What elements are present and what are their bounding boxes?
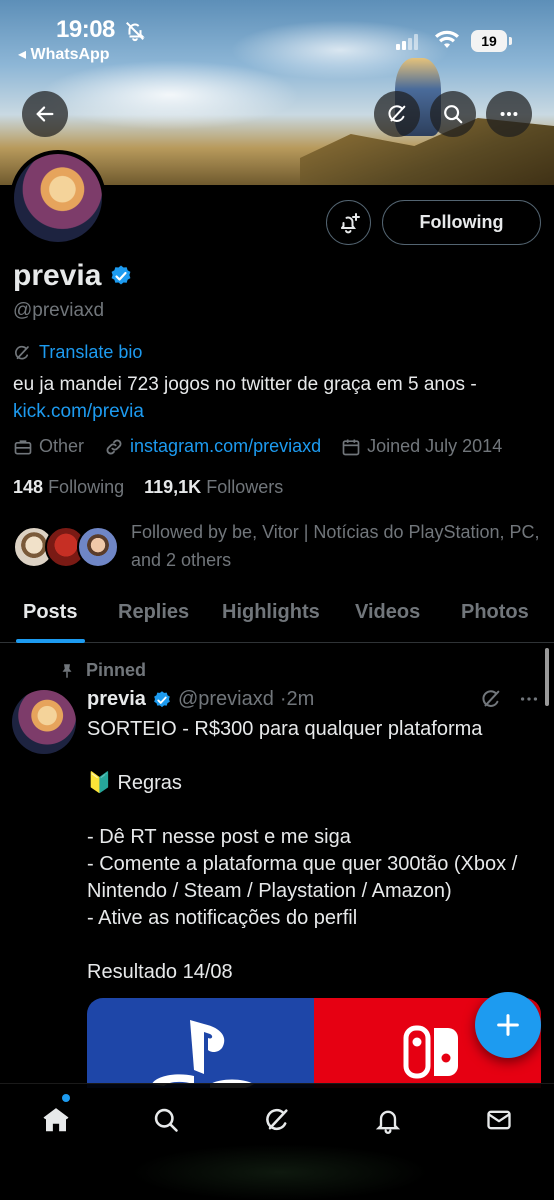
grok-icon[interactable] <box>480 688 502 710</box>
followers-count: 119,1K <box>144 477 202 497</box>
verified-badge-icon <box>154 690 170 707</box>
translate-bio-label: Translate bio <box>39 342 143 362</box>
followed-by-row[interactable]: Followed by be, Vitor | Notícias do Play… <box>13 518 543 574</box>
translate-bio-link[interactable]: Translate bio <box>13 342 142 363</box>
search-icon <box>444 105 463 124</box>
bio-text: eu ja mandei 723 jogos no twitter de gra… <box>13 374 477 395</box>
followers-count-label: Followers <box>206 477 284 497</box>
followed-by-text: Followed by be, Vitor | Notícias do Play… <box>131 522 540 570</box>
battery-tip <box>509 37 512 45</box>
bell-plus-icon <box>340 212 360 233</box>
bio-link[interactable]: kick.com/previa <box>13 401 144 422</box>
nav-backdrop <box>130 1144 430 1200</box>
notify-button[interactable] <box>326 200 371 245</box>
pinned-label-row: Pinned <box>58 660 146 681</box>
calendar-icon <box>342 439 360 455</box>
tab-photos[interactable]: Photos <box>461 601 529 624</box>
grok-icon <box>15 345 29 359</box>
nav-home[interactable] <box>36 1100 76 1140</box>
search-button[interactable] <box>430 91 476 137</box>
notification-dot <box>62 1094 70 1102</box>
post-line-gap <box>87 743 542 770</box>
nav-messages[interactable] <box>479 1100 519 1140</box>
more-button[interactable] <box>486 91 532 137</box>
website-link[interactable]: instagram.com/previaxd <box>130 436 321 457</box>
post-header: previa @previaxd ·2m <box>87 688 314 711</box>
more-horizontal-icon[interactable] <box>518 688 540 710</box>
verified-badge-icon[interactable] <box>109 264 133 288</box>
profile-bio: eu ja mandei 723 jogos no twitter de gra… <box>13 371 543 425</box>
post-line: - Dê RT nesse post e me siga <box>87 826 351 848</box>
post-text: SORTEIO - R$300 para qualquer plataforma… <box>87 716 542 986</box>
compose-button[interactable] <box>475 992 541 1058</box>
pin-icon <box>62 663 72 678</box>
grok-icon <box>388 105 406 122</box>
post-line-gap <box>87 797 542 824</box>
post-author[interactable]: previa <box>87 688 146 711</box>
post-handle[interactable]: @previaxd <box>178 688 274 711</box>
tab-highlights[interactable]: Highlights <box>222 601 320 624</box>
grok-button[interactable] <box>374 91 420 137</box>
scrollbar[interactable] <box>545 648 549 706</box>
post-line: SORTEIO - R$300 para qualquer plataforma <box>87 718 483 740</box>
post-line: 🔰 Regras <box>87 772 182 794</box>
profile-tabs: Posts Replies Highlights Videos Photos <box>0 590 554 643</box>
tab-posts[interactable]: Posts <box>23 601 77 624</box>
pinned-label: Pinned <box>86 660 147 680</box>
category-label: Other <box>39 436 85 456</box>
website-item[interactable]: instagram.com/previaxd <box>104 436 321 457</box>
grok-icon <box>266 1108 288 1131</box>
nav-notifications[interactable] <box>368 1100 408 1140</box>
battery-indicator: 19 <box>471 30 507 52</box>
category-item: Other <box>13 436 84 457</box>
post-avatar[interactable] <box>12 690 76 754</box>
plus-icon <box>497 1014 519 1036</box>
link-icon <box>106 439 122 454</box>
post-line: - Ative as notificações do perfil <box>87 907 358 929</box>
back-button[interactable] <box>22 91 68 137</box>
playstation-logo <box>152 1020 254 1088</box>
home-icon <box>43 1108 69 1132</box>
messages-icon <box>487 1110 511 1130</box>
joined-item: Joined July 2014 <box>341 436 502 457</box>
nav-search[interactable] <box>146 1100 186 1140</box>
profile-name: previa <box>13 259 102 292</box>
status-bar: 19:08 ◂ WhatsApp 19 <box>0 0 554 70</box>
tab-replies[interactable]: Replies <box>118 601 189 624</box>
silent-bell-icon <box>124 20 146 47</box>
bottom-nav <box>0 1083 554 1200</box>
more-horizontal-icon <box>500 111 518 117</box>
arrow-left-icon <box>36 106 54 122</box>
follow-counts: 148 Following 119,1K Followers <box>13 477 283 498</box>
post-line: - Comente a plataforma que quer 300tão (… <box>87 853 518 902</box>
follower-avatar <box>77 526 119 568</box>
back-to-app-link[interactable]: ◂ WhatsApp <box>18 44 110 64</box>
nintendo-switch-logo <box>403 1025 458 1079</box>
following-count: 148 <box>13 477 44 497</box>
joined-label: Joined July 2014 <box>367 436 503 456</box>
post-media[interactable] <box>87 998 541 1088</box>
profile-meta: Other instagram.com/previaxd Joined July… <box>13 436 522 457</box>
following-button[interactable]: Following <box>382 200 541 245</box>
nav-grok[interactable] <box>257 1100 297 1140</box>
profile-avatar[interactable] <box>10 150 106 246</box>
tab-videos[interactable]: Videos <box>355 601 420 624</box>
notifications-icon <box>375 1110 401 1134</box>
active-tab-indicator <box>16 639 85 643</box>
post-line: Resultado 14/08 <box>87 961 233 983</box>
post-line-gap <box>87 932 542 959</box>
post-time: ·2m <box>279 688 315 710</box>
playstation-image <box>87 998 314 1088</box>
wifi-icon <box>434 30 460 55</box>
following-count-link[interactable]: 148 Following <box>13 477 124 497</box>
profile-handle: @previaxd <box>13 300 105 321</box>
followers-count-link[interactable]: 119,1K Followers <box>144 477 283 497</box>
search-icon <box>154 1108 178 1132</box>
signal-icon <box>396 34 420 55</box>
following-count-label: Following <box>48 477 125 497</box>
profile-name-row: previa <box>13 259 133 293</box>
post-tools <box>480 688 540 710</box>
status-time: 19:08 <box>56 16 115 43</box>
briefcase-icon <box>14 439 32 454</box>
